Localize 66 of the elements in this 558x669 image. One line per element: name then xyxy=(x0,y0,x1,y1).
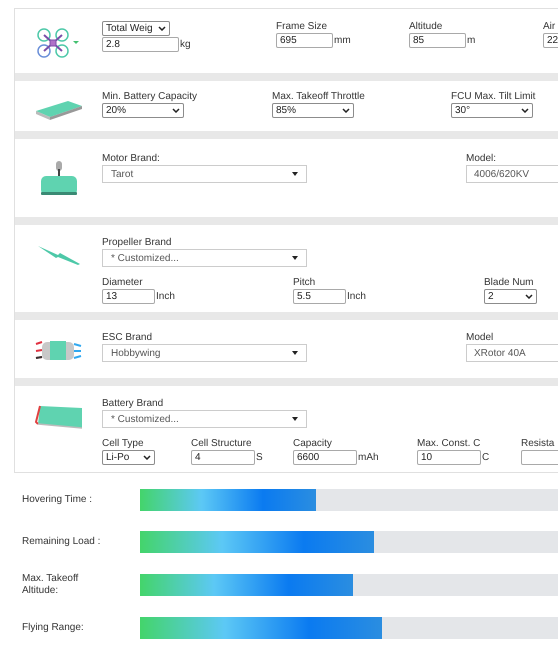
field-label: Max. Const. C xyxy=(417,438,482,449)
field-label: Cell Structure xyxy=(191,438,253,449)
model-field: XRotor 40A xyxy=(466,344,558,362)
select-field[interactable]: 20% xyxy=(102,103,184,118)
input-field[interactable]: 695 xyxy=(276,33,333,48)
input-field[interactable]: 22 xyxy=(543,33,558,48)
select-field[interactable]: 85% xyxy=(272,103,354,118)
unit-label: Inch xyxy=(347,291,366,302)
field-label: Cell Type xyxy=(102,438,145,449)
unit-label: mm xyxy=(334,35,351,46)
result-label: Remaining Load : xyxy=(22,536,102,548)
field-label: Pitch xyxy=(293,277,316,288)
field-label: Resista xyxy=(521,438,556,449)
input-field[interactable]: 10 xyxy=(417,450,481,465)
result-label: Flying Range: xyxy=(22,622,85,634)
field-label: Min. Battery Capacity xyxy=(102,91,198,102)
field-label: Frame Size xyxy=(276,21,328,32)
field-label: Diameter xyxy=(102,277,144,288)
dropdown-field[interactable]: * Customized... xyxy=(102,410,307,428)
field-label: Max. Takeoff Throttle xyxy=(272,91,366,102)
dropdown-field[interactable]: Hobbywing xyxy=(102,344,307,362)
field-label: Blade Num xyxy=(484,277,534,288)
select-field[interactable]: 30° xyxy=(451,103,533,118)
chevron-icon xyxy=(521,108,529,113)
unit-label: C xyxy=(482,452,490,463)
unit-label: S xyxy=(256,452,263,463)
field-label: Motor Brand: xyxy=(102,153,161,164)
unit-label: mAh xyxy=(358,452,379,463)
chevron-icon xyxy=(143,455,151,460)
input-field[interactable]: 13 xyxy=(102,289,155,304)
input-field[interactable]: 4 xyxy=(191,450,255,465)
dropdown-field[interactable]: * Customized... xyxy=(102,249,307,267)
field-label: Model xyxy=(466,332,494,343)
result-label: Hovering Time : xyxy=(22,494,94,506)
select-field[interactable]: 2 xyxy=(484,289,537,304)
field-label: Model: xyxy=(466,153,498,164)
caret-icon xyxy=(292,417,298,421)
field-label: Battery Brand xyxy=(102,398,164,409)
model-field: 4006/620KV xyxy=(466,165,558,183)
caret-icon xyxy=(292,256,298,260)
caret-icon xyxy=(292,172,298,176)
measure-select[interactable]: Total Weig xyxy=(102,21,170,36)
chevron-icon xyxy=(342,108,350,113)
field-label: Propeller Brand xyxy=(102,237,172,248)
field-label: FCU Max. Tilt Limit xyxy=(451,91,536,102)
field-label: Air xyxy=(543,21,556,32)
result-label: Max. Takeoff Altitude: xyxy=(22,573,80,597)
field-label: Capacity xyxy=(293,438,333,449)
input-field[interactable]: 6600 xyxy=(293,450,357,465)
unit-label: Inch xyxy=(156,291,175,302)
quadcopter-icon xyxy=(36,27,82,59)
input-field[interactable]: 5.5 xyxy=(293,289,346,304)
battery-pack-icon xyxy=(34,404,84,430)
unit-label: kg xyxy=(180,39,191,50)
field-label: ESC Brand xyxy=(102,332,154,343)
input-field[interactable]: 85 xyxy=(409,33,466,48)
chevron-icon xyxy=(525,294,533,299)
caret-icon xyxy=(292,351,298,355)
field-label: Altitude xyxy=(409,21,444,32)
input-field[interactable]: 2.8 xyxy=(102,37,179,52)
chevron-icon xyxy=(158,26,166,31)
dropdown-field[interactable]: Tarot xyxy=(102,165,307,183)
chevron-icon xyxy=(172,108,180,113)
motor-icon xyxy=(38,159,78,197)
select-field[interactable]: Li-Po xyxy=(102,450,155,465)
unit-label: m xyxy=(467,35,476,46)
